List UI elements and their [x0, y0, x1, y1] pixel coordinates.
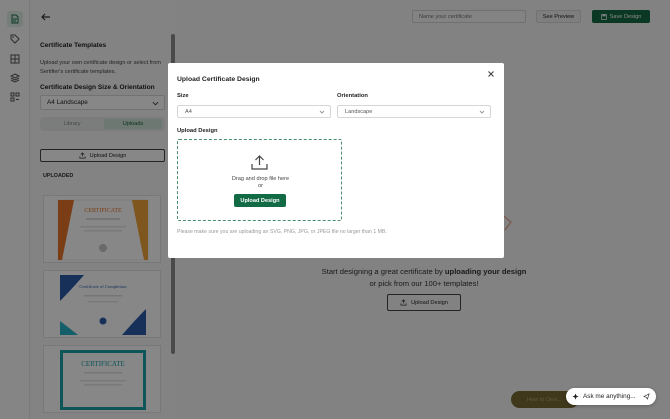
send-icon[interactable] [643, 393, 650, 400]
file-requirements-note: Please make sure you are uploading an SV… [177, 229, 387, 235]
upload-design-label: Upload Design [177, 128, 218, 134]
chevron-down-icon [479, 110, 485, 114]
drag-drop-text: Drag and drop file here [231, 176, 290, 182]
close-modal-button[interactable] [486, 69, 495, 78]
upload-icon [251, 155, 268, 170]
size-label: Size [177, 93, 189, 99]
orientation-label: Orientation [337, 93, 368, 99]
modal-title: Upload Certificate Design [177, 76, 260, 83]
or-text: or [258, 182, 263, 189]
ask-label: Ask me anything... [583, 393, 636, 400]
size-select[interactable]: A4 [177, 105, 331, 118]
ai-assistant-button[interactable]: Ask me anything... [566, 388, 656, 405]
upload-design-modal: Upload Certificate Design Size A4 Orient… [168, 63, 504, 258]
dropzone-text: Drag and drop file here or [178, 176, 343, 189]
size-value: A4 [185, 109, 192, 115]
chevron-down-icon [319, 110, 325, 114]
close-icon [487, 70, 494, 77]
orientation-value: Landscape [345, 109, 373, 115]
sparkle-icon [572, 393, 579, 400]
modal-upload-button[interactable]: Upload Design [234, 194, 286, 207]
orientation-select[interactable]: Landscape [337, 105, 491, 118]
file-dropzone[interactable]: Drag and drop file here or Upload Design [177, 139, 342, 221]
